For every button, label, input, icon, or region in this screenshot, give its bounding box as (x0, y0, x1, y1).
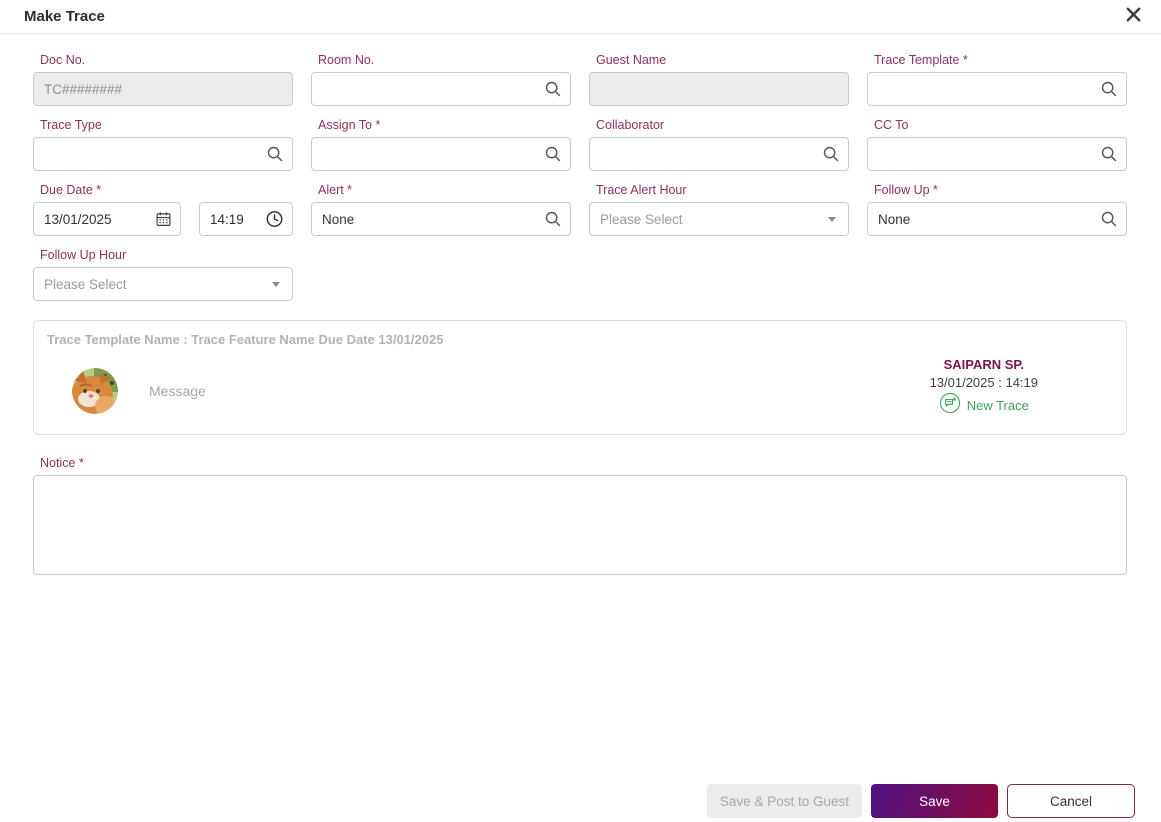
message-input[interactable]: Message (149, 383, 930, 399)
notice-label: Notice * (40, 456, 84, 470)
avatar (72, 368, 118, 414)
doc-no-field (33, 72, 293, 106)
search-icon[interactable] (544, 80, 562, 98)
form-area: Doc No. Room No. Guest Name Trace Templa… (0, 34, 1161, 301)
close-icon (1124, 5, 1143, 29)
due-time-box (199, 202, 293, 236)
dialog-header: Make Trace (0, 0, 1161, 34)
trace-type-group: Trace Type (33, 118, 293, 171)
follow-up-hour-group: Follow Up Hour Please Select (33, 248, 293, 301)
trace-preview-body: Message SAIPARN SP. 13/01/2025 : 14:19 N… (47, 357, 1126, 419)
due-date-label: Due Date * (40, 183, 102, 197)
search-icon[interactable] (544, 145, 562, 163)
new-trace-icon (939, 392, 961, 419)
room-no-field[interactable] (311, 72, 571, 106)
follow-up-field[interactable] (867, 202, 1127, 236)
chevron-down-icon (272, 281, 280, 287)
collaborator-field[interactable] (589, 137, 849, 171)
trace-alert-hour-label: Trace Alert Hour (596, 183, 687, 197)
assign-to-label: Assign To * (318, 118, 381, 132)
form-row-4: Follow Up Hour Please Select (33, 248, 1127, 301)
guest-name-group: Guest Name (589, 53, 849, 106)
trace-type-field[interactable] (33, 137, 293, 171)
guest-name-label: Guest Name (596, 53, 667, 67)
form-row-1: Doc No. Room No. Guest Name Trace Templa… (33, 53, 1127, 106)
cancel-button[interactable]: Cancel (1007, 784, 1135, 818)
search-icon[interactable] (544, 210, 562, 228)
trace-alert-hour-select[interactable]: Please Select (589, 202, 849, 236)
clock-icon[interactable] (265, 210, 284, 229)
cc-to-group: CC To (867, 118, 1127, 171)
trace-template-field[interactable] (867, 72, 1127, 106)
alert-field[interactable] (311, 202, 571, 236)
search-icon[interactable] (822, 145, 840, 163)
search-icon[interactable] (266, 145, 284, 163)
trace-type-label: Trace Type (40, 118, 102, 132)
notice-textarea[interactable] (33, 475, 1127, 575)
follow-up-group: Follow Up * (867, 183, 1127, 236)
due-date-box (33, 202, 181, 236)
search-icon[interactable] (1100, 80, 1118, 98)
follow-up-label: Follow Up * (874, 183, 938, 197)
alert-label: Alert * (318, 183, 353, 197)
chevron-down-icon (828, 216, 836, 222)
collaborator-group: Collaborator (589, 118, 849, 171)
form-row-3: Due Date * 13/01/2025 14:19 Alert * None… (33, 183, 1127, 236)
dialog-title: Make Trace (24, 8, 105, 25)
footer-bar: Save & Post to Guest Save Cancel (706, 784, 1135, 818)
assign-to-group: Assign To * (311, 118, 571, 171)
room-no-label: Room No. (318, 53, 375, 67)
form-row-2: Trace Type Assign To * Collaborator CC T… (33, 118, 1127, 171)
room-no-group: Room No. (311, 53, 571, 106)
cc-to-label: CC To (874, 118, 909, 132)
trace-preview-header: Trace Template Name : Trace Feature Name… (47, 332, 444, 347)
save-button[interactable]: Save (871, 784, 998, 818)
trace-alert-hour-group: Trace Alert Hour Please Select (589, 183, 849, 236)
trace-preview-panel: Trace Template Name : Trace Feature Name… (33, 320, 1127, 435)
trace-author: SAIPARN SP. (943, 357, 1024, 372)
follow-up-hour-label: Follow Up Hour (40, 248, 127, 262)
collaborator-label: Collaborator (596, 118, 665, 132)
doc-no-label: Doc No. (40, 53, 86, 67)
new-trace-action[interactable]: New Trace (930, 392, 1038, 419)
follow-up-hour-select[interactable]: Please Select (33, 267, 293, 301)
trace-template-label: Trace Template * (874, 53, 968, 67)
search-icon[interactable] (1100, 210, 1118, 228)
new-trace-label: New Trace (966, 398, 1029, 413)
notice-area: Notice * (0, 435, 1161, 580)
trace-meta: SAIPARN SP. 13/01/2025 : 14:19 New Trace (930, 357, 1038, 419)
save-post-to-guest-button: Save & Post to Guest (706, 784, 862, 818)
trace-alert-hour-placeholder: Please Select (600, 211, 683, 227)
assign-to-field[interactable] (311, 137, 571, 171)
follow-up-hour-placeholder: Please Select (44, 276, 127, 292)
due-date-group: Due Date * (33, 183, 293, 236)
search-icon[interactable] (1100, 145, 1118, 163)
trace-timestamp: 13/01/2025 : 14:19 (929, 375, 1038, 390)
calendar-icon[interactable] (155, 211, 172, 228)
guest-name-field (589, 72, 849, 106)
alert-group: Alert * (311, 183, 571, 236)
cc-to-field[interactable] (867, 137, 1127, 171)
close-button[interactable] (1124, 5, 1143, 29)
trace-template-group: Trace Template * (867, 53, 1127, 106)
doc-no-group: Doc No. (33, 53, 293, 106)
